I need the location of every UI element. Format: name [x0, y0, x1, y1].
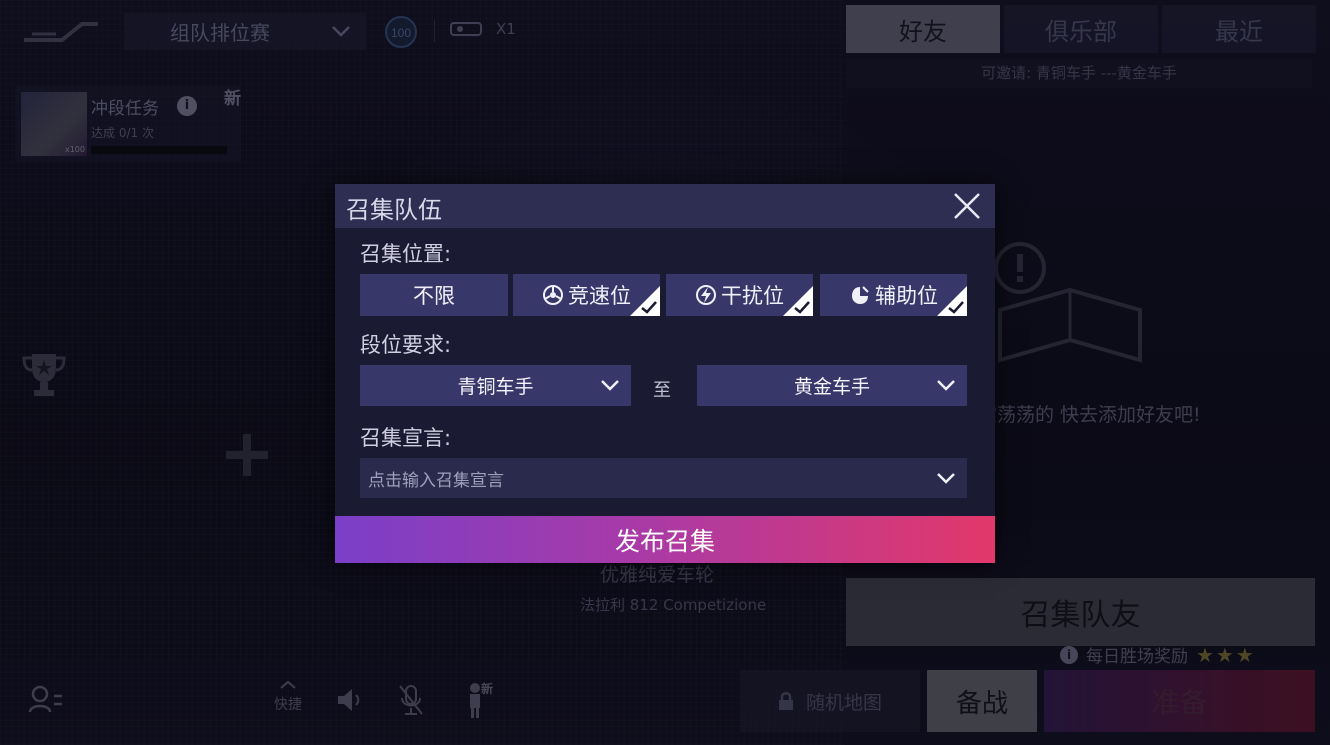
chevron-down-icon — [937, 473, 955, 484]
position-support-label: 辅助位 — [875, 284, 938, 308]
rank-to-word: 至 — [653, 380, 671, 401]
close-icon[interactable] — [947, 186, 987, 226]
recruit-team-dialog: 召集队伍 召集位置: 不限 竞速位 干扰位 辅助位 段位要求: 青铜车手 至 黄… — [335, 184, 995, 563]
checkmark-icon — [783, 286, 813, 316]
lightning-icon — [696, 285, 716, 305]
position-disrupt-label: 干扰位 — [721, 284, 784, 308]
position-any-button[interactable]: 不限 — [360, 274, 508, 316]
position-support-button[interactable]: 辅助位 — [820, 274, 967, 316]
position-racer-button[interactable]: 竞速位 — [513, 274, 660, 316]
checkmark-icon — [630, 286, 660, 316]
checkmark-icon — [937, 286, 967, 316]
chevron-down-icon — [601, 380, 619, 391]
position-any-label: 不限 — [413, 284, 455, 308]
rank-to-select[interactable]: 黄金车手 — [697, 365, 967, 406]
position-racer-label: 竞速位 — [568, 284, 631, 308]
wheel-icon — [543, 285, 563, 305]
chevron-down-icon — [937, 380, 955, 391]
rank-label: 段位要求: — [360, 333, 452, 357]
support-icon — [852, 286, 869, 304]
slogan-placeholder: 点击输入召集宣言 — [368, 470, 504, 491]
rank-from-value: 青铜车手 — [457, 376, 534, 398]
slogan-label: 召集宣言: — [360, 426, 452, 450]
rank-to-value: 黄金车手 — [793, 376, 870, 398]
dialog-title: 召集队伍 — [346, 196, 442, 224]
dialog-header: 召集队伍 — [335, 184, 995, 228]
rank-from-select[interactable]: 青铜车手 — [360, 365, 631, 406]
publish-recruit-button[interactable]: 发布召集 — [335, 516, 995, 563]
position-disrupt-button[interactable]: 干扰位 — [666, 274, 813, 316]
slogan-input[interactable]: 点击输入召集宣言 — [360, 458, 967, 498]
position-label: 召集位置: — [360, 242, 452, 266]
